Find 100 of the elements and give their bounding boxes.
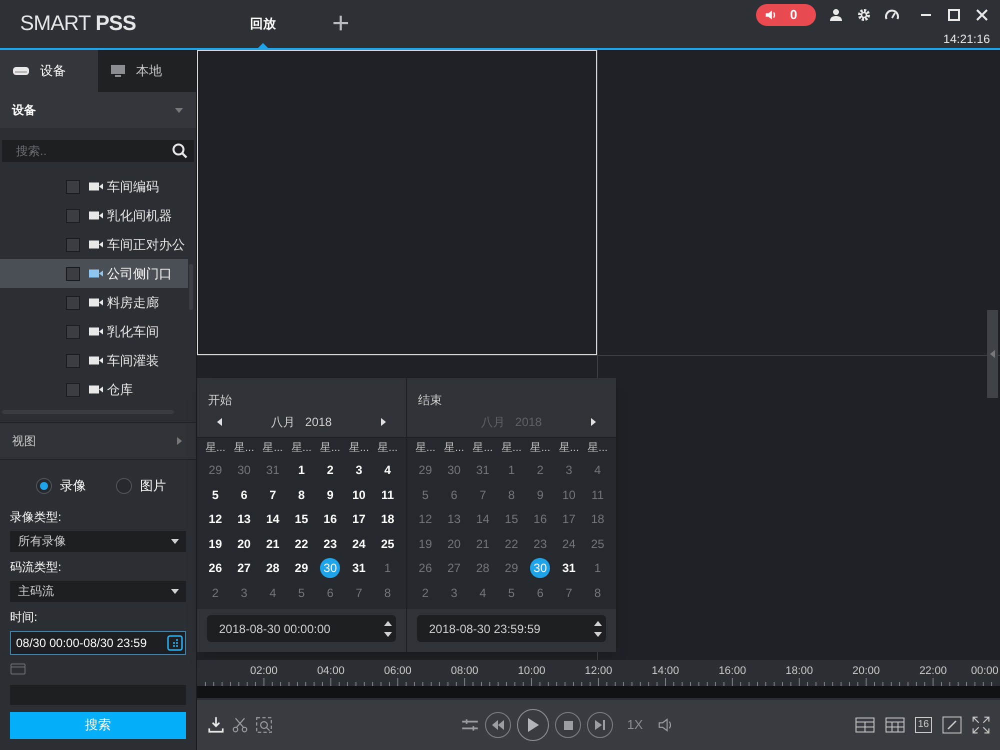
calendar-day[interactable]: 27 bbox=[444, 558, 464, 578]
calendar-day[interactable]: 28 bbox=[262, 558, 283, 578]
calendar-day[interactable]: 28 bbox=[472, 558, 493, 578]
record-type-dropdown[interactable]: 所有录像 bbox=[10, 530, 186, 552]
calendar-day[interactable]: 4 bbox=[472, 582, 493, 603]
calendar-day[interactable]: 13 bbox=[444, 509, 464, 530]
calendar-day[interactable]: 29 bbox=[501, 558, 522, 578]
scrollbar[interactable] bbox=[189, 264, 193, 310]
fullscreen-icon[interactable] bbox=[972, 716, 990, 734]
calendar-day[interactable]: 23 bbox=[530, 534, 550, 554]
calendar-day[interactable]: 23 bbox=[320, 534, 340, 554]
collapse-handle[interactable] bbox=[987, 310, 998, 398]
calendar-day[interactable]: 30 bbox=[444, 460, 464, 480]
device-item[interactable]: 车间编码 bbox=[0, 172, 188, 201]
calendar-day[interactable]: 29 bbox=[415, 460, 436, 480]
grid-layout-icon[interactable] bbox=[884, 717, 905, 733]
sidebar-tab[interactable]: 本地 bbox=[98, 50, 196, 92]
calendar-day[interactable]: 24 bbox=[558, 534, 579, 554]
calendar-day[interactable]: 31 bbox=[472, 460, 493, 480]
calendar-day[interactable]: 29 bbox=[291, 558, 312, 578]
checkbox[interactable] bbox=[66, 324, 80, 338]
calendar-day[interactable]: 2 bbox=[205, 582, 226, 603]
calendar-day[interactable]: 4 bbox=[588, 460, 608, 480]
scissors-icon[interactable] bbox=[231, 716, 249, 734]
calendar-day[interactable]: 30 bbox=[320, 558, 340, 578]
calendar-day[interactable]: 9 bbox=[530, 484, 550, 505]
rewind-button[interactable] bbox=[485, 712, 511, 738]
calendar-day[interactable]: 15 bbox=[291, 509, 312, 530]
calendar-day[interactable]: 10 bbox=[348, 484, 369, 505]
calendar-day[interactable]: 3 bbox=[348, 460, 369, 480]
calendar-day[interactable]: 25 bbox=[378, 534, 398, 554]
search-field[interactable]: 搜索.. bbox=[2, 140, 194, 162]
calendar-day[interactable]: 30 bbox=[530, 558, 550, 578]
calendar-icon[interactable] bbox=[167, 634, 183, 650]
calendar-day[interactable]: 19 bbox=[205, 534, 226, 554]
datetime-field[interactable]: 2018-08-30 00:00:00 bbox=[207, 615, 396, 642]
crop-zoom-icon[interactable] bbox=[255, 716, 273, 734]
calendar-day[interactable]: 26 bbox=[415, 558, 436, 578]
search-button[interactable]: 搜索 bbox=[10, 712, 186, 738]
calendar-day[interactable]: 14 bbox=[472, 509, 493, 530]
calendar-day[interactable]: 10 bbox=[558, 484, 579, 505]
radio-button[interactable] bbox=[116, 478, 132, 494]
checkbox[interactable] bbox=[66, 208, 80, 222]
calendar-day[interactable]: 13 bbox=[234, 509, 254, 530]
calendar-day[interactable]: 16 bbox=[320, 509, 340, 530]
calendar-day[interactable]: 11 bbox=[378, 484, 398, 505]
calendar-day[interactable]: 2 bbox=[530, 460, 550, 480]
calendar-day[interactable]: 30 bbox=[234, 460, 254, 480]
calendar-day[interactable]: 3 bbox=[234, 582, 254, 603]
calendar-day[interactable]: 1 bbox=[378, 558, 398, 578]
device-item[interactable]: 公司侧门口 bbox=[0, 259, 188, 288]
calendar-day[interactable]: 20 bbox=[234, 534, 254, 554]
datetime-field[interactable]: 2018-08-30 23:59:59 bbox=[417, 615, 606, 642]
calendar-day[interactable]: 7 bbox=[472, 484, 493, 505]
checkbox[interactable] bbox=[66, 354, 80, 368]
calendar-day[interactable]: 24 bbox=[348, 534, 369, 554]
calendar-day[interactable]: 25 bbox=[588, 534, 608, 554]
calendar-day[interactable]: 9 bbox=[320, 484, 340, 505]
calendar-day[interactable]: 29 bbox=[205, 460, 226, 480]
calendar-day[interactable]: 27 bbox=[234, 558, 254, 578]
device-item[interactable]: 仓库 bbox=[0, 375, 188, 404]
radio-button[interactable] bbox=[36, 478, 52, 494]
calendar-day[interactable]: 14 bbox=[262, 509, 283, 530]
calendar-day[interactable]: 3 bbox=[558, 460, 579, 480]
view-group-header[interactable]: 视图 bbox=[0, 422, 196, 460]
stop-button[interactable] bbox=[555, 712, 581, 738]
calendar-day[interactable]: 5 bbox=[501, 582, 522, 603]
quad-layout-icon[interactable] bbox=[854, 717, 875, 733]
speed-button[interactable]: 1X bbox=[627, 715, 643, 735]
settings-icon[interactable] bbox=[856, 7, 872, 23]
maximize-icon[interactable] bbox=[946, 7, 962, 23]
checkbox[interactable] bbox=[66, 382, 80, 396]
calendar-day[interactable]: 21 bbox=[262, 534, 283, 554]
calendar-day[interactable]: 6 bbox=[530, 582, 550, 603]
checkbox[interactable] bbox=[66, 296, 80, 310]
edit-icon[interactable] bbox=[942, 716, 962, 734]
calendar-day[interactable]: 8 bbox=[291, 484, 312, 505]
calendar-day[interactable]: 17 bbox=[348, 509, 369, 530]
calendar-day[interactable]: 31 bbox=[348, 558, 369, 578]
device-item[interactable]: 车间灌装 bbox=[0, 346, 188, 375]
calendar-day[interactable]: 2 bbox=[415, 582, 436, 603]
checkbox[interactable] bbox=[66, 238, 80, 252]
calendar-day[interactable]: 4 bbox=[262, 582, 283, 603]
calendar-day[interactable]: 8 bbox=[501, 484, 522, 505]
calendar-day[interactable]: 6 bbox=[234, 484, 254, 505]
download-icon[interactable] bbox=[207, 716, 225, 734]
user-icon[interactable] bbox=[828, 7, 844, 23]
checkbox[interactable] bbox=[66, 180, 80, 194]
next-frame-button[interactable] bbox=[587, 712, 613, 738]
calendar-day[interactable]: 3 bbox=[444, 582, 464, 603]
calendar-day[interactable]: 1 bbox=[291, 460, 312, 480]
stream-type-dropdown[interactable]: 主码流 bbox=[10, 580, 186, 602]
calendar-day[interactable]: 6 bbox=[320, 582, 340, 603]
calendar-day[interactable]: 7 bbox=[558, 582, 579, 603]
device-item[interactable]: 料房走廊 bbox=[0, 288, 188, 317]
sidebar-tab[interactable]: 设备 bbox=[0, 50, 98, 92]
add-tab-button[interactable]: + bbox=[332, 9, 350, 39]
calendar-day[interactable]: 7 bbox=[348, 582, 369, 603]
calendar-day[interactable]: 12 bbox=[415, 509, 436, 530]
device-item[interactable]: 乳化间机器 bbox=[0, 201, 188, 230]
